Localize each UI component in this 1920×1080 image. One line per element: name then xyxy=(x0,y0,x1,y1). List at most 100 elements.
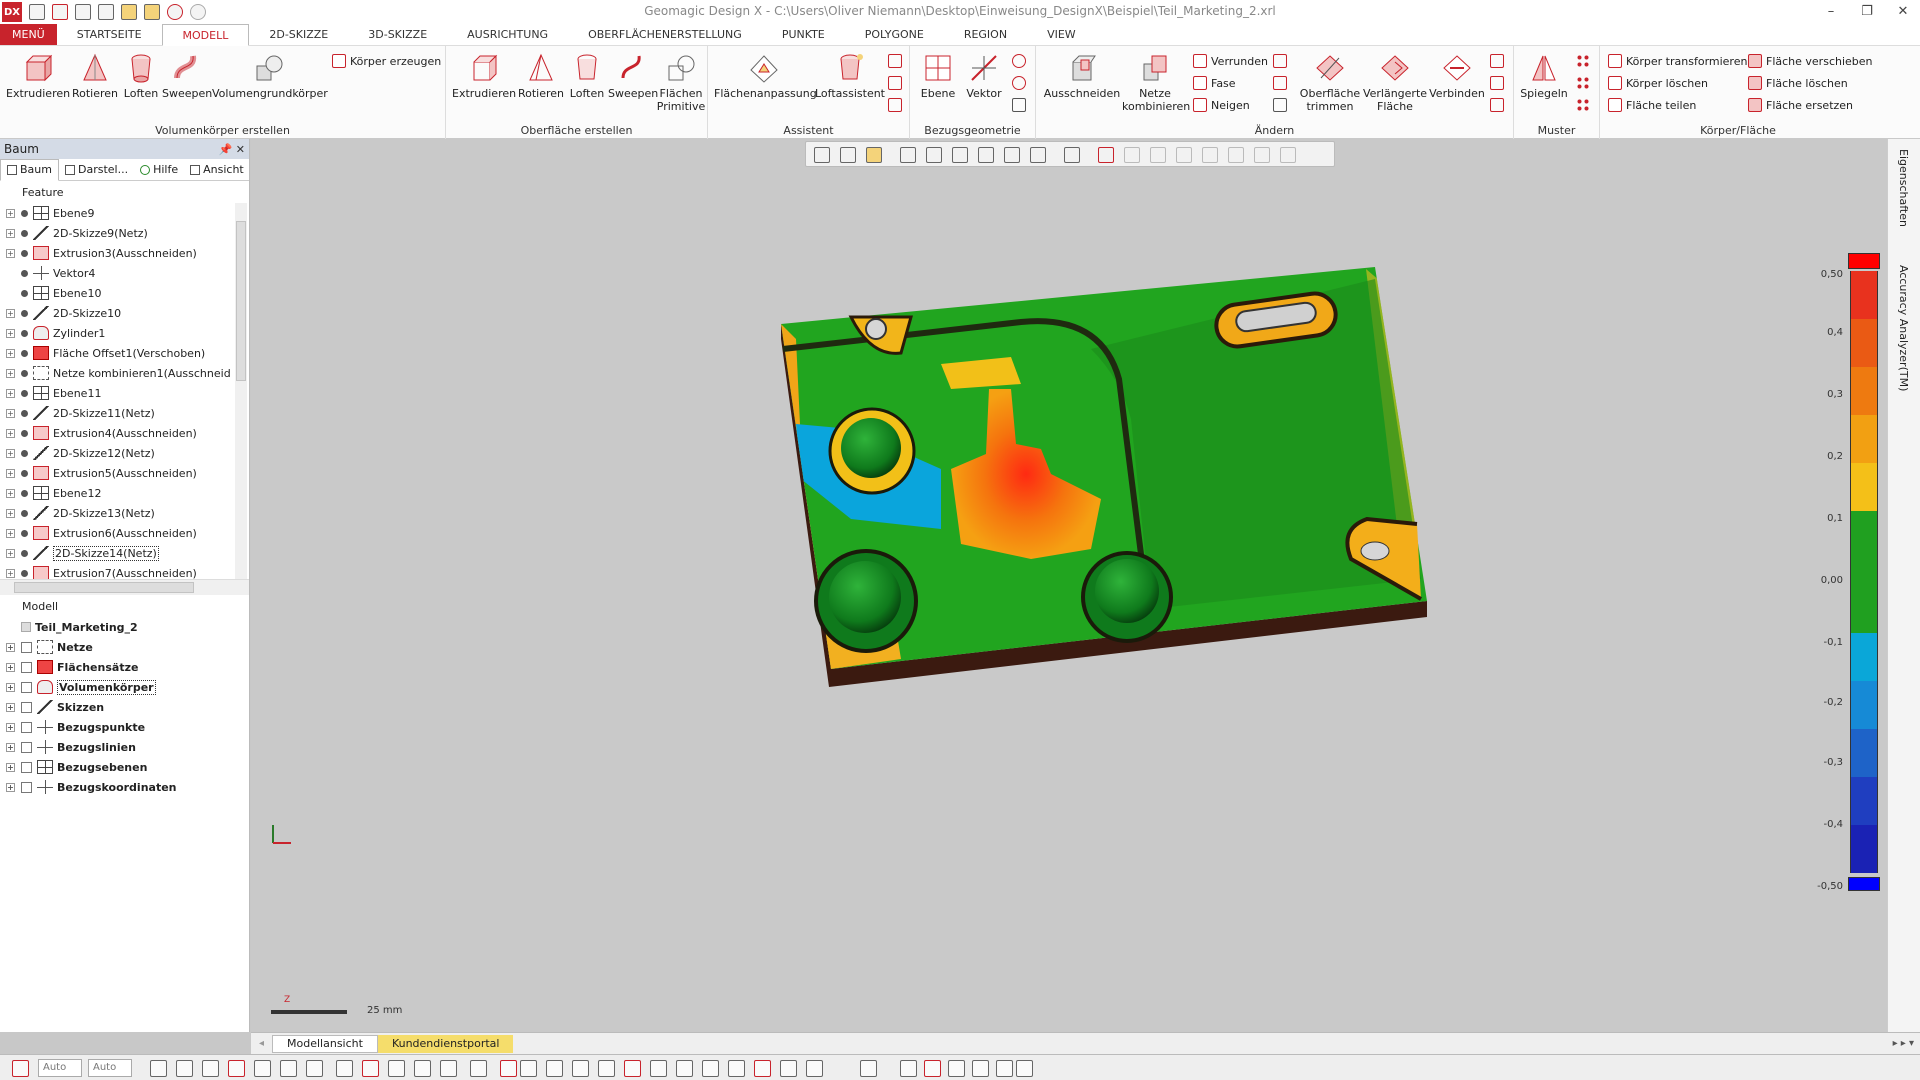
visibility-dot-icon[interactable] xyxy=(21,429,28,437)
status-tool-icon[interactable] xyxy=(440,1060,457,1077)
shell-icon[interactable] xyxy=(1273,54,1287,68)
status-tool-icon[interactable] xyxy=(900,1060,917,1077)
expand-icon[interactable]: + xyxy=(6,662,15,672)
tab-punkte[interactable]: PUNKTE xyxy=(762,24,845,45)
extrude-solid-button[interactable]: Extrudieren xyxy=(6,52,70,100)
feature-row[interactable]: Ebene10 xyxy=(0,283,249,303)
expand-icon[interactable]: + xyxy=(6,248,15,258)
expand-icon[interactable]: + xyxy=(6,528,15,538)
feature-tree-scrollbar[interactable] xyxy=(235,203,247,579)
create-body-button[interactable]: Körper erzeugen xyxy=(332,54,441,68)
replace-face-button[interactable]: Fläche ersetzen xyxy=(1748,98,1853,112)
visibility-dot-icon[interactable] xyxy=(21,509,28,517)
visibility-checkbox[interactable] xyxy=(21,641,32,653)
tab-ausrichtung[interactable]: AUSRICHTUNG xyxy=(447,24,568,45)
model-root[interactable]: Teil_Marketing_2 xyxy=(0,617,249,637)
status-tool-icon[interactable] xyxy=(228,1060,245,1077)
status-tool-icon[interactable] xyxy=(780,1060,797,1077)
tab-modell[interactable]: MODELL xyxy=(161,24,250,46)
tab-modellansicht[interactable]: Modellansicht xyxy=(272,1034,378,1053)
feature-row[interactable]: + Extrusion5(Ausschneiden) xyxy=(0,463,249,483)
app-logo[interactable]: DX xyxy=(2,2,22,22)
circular-pattern-icon[interactable] xyxy=(1576,76,1590,90)
model-item-row[interactable]: + Bezugsebenen xyxy=(0,757,249,777)
import-icon[interactable] xyxy=(52,4,68,20)
feature-row[interactable]: + Ebene11 xyxy=(0,383,249,403)
visibility-dot-icon[interactable] xyxy=(21,209,28,217)
visibility-dot-icon[interactable] xyxy=(21,489,28,497)
model-view[interactable] xyxy=(251,139,1887,1032)
model-item-row[interactable]: + Bezugspunkte xyxy=(0,717,249,737)
surface-fitting-button[interactable]: Flächenanpassung xyxy=(714,52,817,100)
feature-row[interactable]: + Ebene9 xyxy=(0,203,249,223)
solid-primitive-button[interactable]: Volumengrundkörper xyxy=(212,52,328,100)
status-tool-icon[interactable] xyxy=(728,1060,745,1077)
transform-body-button[interactable]: Körper transformieren xyxy=(1608,54,1747,68)
open-icon[interactable] xyxy=(144,4,160,20)
feature-tree-scroll-thumb[interactable] xyxy=(236,221,246,381)
loft-solid-button[interactable]: Loften xyxy=(120,52,162,100)
expand-icon[interactable] xyxy=(6,289,15,298)
tab-scroll-right-icon[interactable]: ▸ ▸ ▾ xyxy=(1887,1038,1920,1049)
feature-tree-hscroll-thumb[interactable] xyxy=(14,582,194,593)
redo-icon[interactable] xyxy=(190,4,206,20)
expand-icon[interactable] xyxy=(6,269,15,278)
status-tool-icon[interactable] xyxy=(972,1060,989,1077)
replace-face-icon[interactable] xyxy=(1490,98,1504,112)
feature-row[interactable]: + Netze kombinieren1(Ausschneid xyxy=(0,363,249,383)
linear-pattern-icon[interactable] xyxy=(1576,54,1590,68)
expand-icon[interactable]: + xyxy=(6,702,15,712)
feature-row[interactable]: + Extrusion7(Ausschneiden) xyxy=(0,563,249,579)
visibility-dot-icon[interactable] xyxy=(21,549,28,557)
visibility-checkbox[interactable] xyxy=(21,661,32,673)
3d-viewport[interactable]: Z 25 mm 0,50 0,4 0,3 0,2 0,1 0,00 -0,1 -0,2 -0,3… xyxy=(251,139,1887,1032)
selection-mode-combo[interactable]: Auto xyxy=(38,1059,82,1077)
tab-2d-skizze[interactable]: 2D-SKIZZE xyxy=(249,24,348,45)
tab-region[interactable]: REGION xyxy=(944,24,1027,45)
split-face-icon[interactable] xyxy=(1490,54,1504,68)
status-tool-icon[interactable] xyxy=(202,1060,219,1077)
assistent-tool-2-icon[interactable] xyxy=(888,76,902,90)
thicken-icon[interactable] xyxy=(1273,98,1287,112)
feature-row[interactable]: + Extrusion4(Ausschneiden) xyxy=(0,423,249,443)
visibility-dot-icon[interactable] xyxy=(21,229,28,237)
status-tool-icon[interactable] xyxy=(500,1060,517,1077)
status-tool-icon[interactable] xyxy=(176,1060,193,1077)
tab-startseite[interactable]: STARTSEITE xyxy=(57,24,162,45)
visibility-dot-icon[interactable] xyxy=(21,529,28,537)
feature-row[interactable]: + Zylinder1 xyxy=(0,323,249,343)
status-tool-icon[interactable] xyxy=(996,1060,1013,1077)
surface-primitive-button[interactable]: Flächen Primitive xyxy=(656,52,706,113)
visibility-dot-icon[interactable] xyxy=(21,469,28,477)
delete-face-button[interactable]: Fläche löschen xyxy=(1748,76,1848,90)
assistent-tool-3-icon[interactable] xyxy=(888,98,902,112)
visibility-checkbox[interactable] xyxy=(21,681,32,693)
expand-icon[interactable]: + xyxy=(6,228,15,238)
feature-row[interactable]: +2D-Skizze14(Netz) xyxy=(0,543,249,563)
expand-icon[interactable]: + xyxy=(6,208,15,218)
visibility-dot-icon[interactable] xyxy=(21,309,28,317)
fillet-button[interactable]: Verrunden xyxy=(1193,54,1268,68)
save-icon[interactable] xyxy=(75,4,91,20)
status-tool-icon[interactable] xyxy=(598,1060,615,1077)
visibility-checkbox[interactable] xyxy=(21,781,32,793)
panel-tab-hilfe[interactable]: Hilfe xyxy=(134,159,184,181)
trim-surface-button[interactable]: Oberfläche trimmen xyxy=(1298,52,1362,113)
close-button[interactable]: ✕ xyxy=(1888,2,1918,22)
tab-polygone[interactable]: POLYGONE xyxy=(845,24,944,45)
undo-icon[interactable] xyxy=(167,4,183,20)
status-tool-icon[interactable] xyxy=(414,1060,431,1077)
expand-icon[interactable]: + xyxy=(6,782,15,792)
panel-tab-ansicht[interactable]: Ansicht xyxy=(184,159,250,181)
revolve-solid-button[interactable]: Rotieren xyxy=(70,52,120,100)
tab-scroll-left-icon[interactable]: ◂ xyxy=(251,1038,272,1049)
plane-button[interactable]: Ebene xyxy=(916,52,960,100)
tab-view[interactable]: VIEW xyxy=(1027,24,1096,45)
expand-icon[interactable]: + xyxy=(6,568,15,578)
model-item-row[interactable]: + Flächensätze xyxy=(0,657,249,677)
status-tool-icon[interactable] xyxy=(650,1060,667,1077)
accuracy-analyzer-tab[interactable]: Accuracy Analyzer(TM) xyxy=(1897,265,1910,391)
revolve-surface-button[interactable]: Rotieren xyxy=(516,52,566,100)
feature-row[interactable]: +2D-Skizze13(Netz) xyxy=(0,503,249,523)
status-tool-icon[interactable] xyxy=(624,1060,641,1077)
